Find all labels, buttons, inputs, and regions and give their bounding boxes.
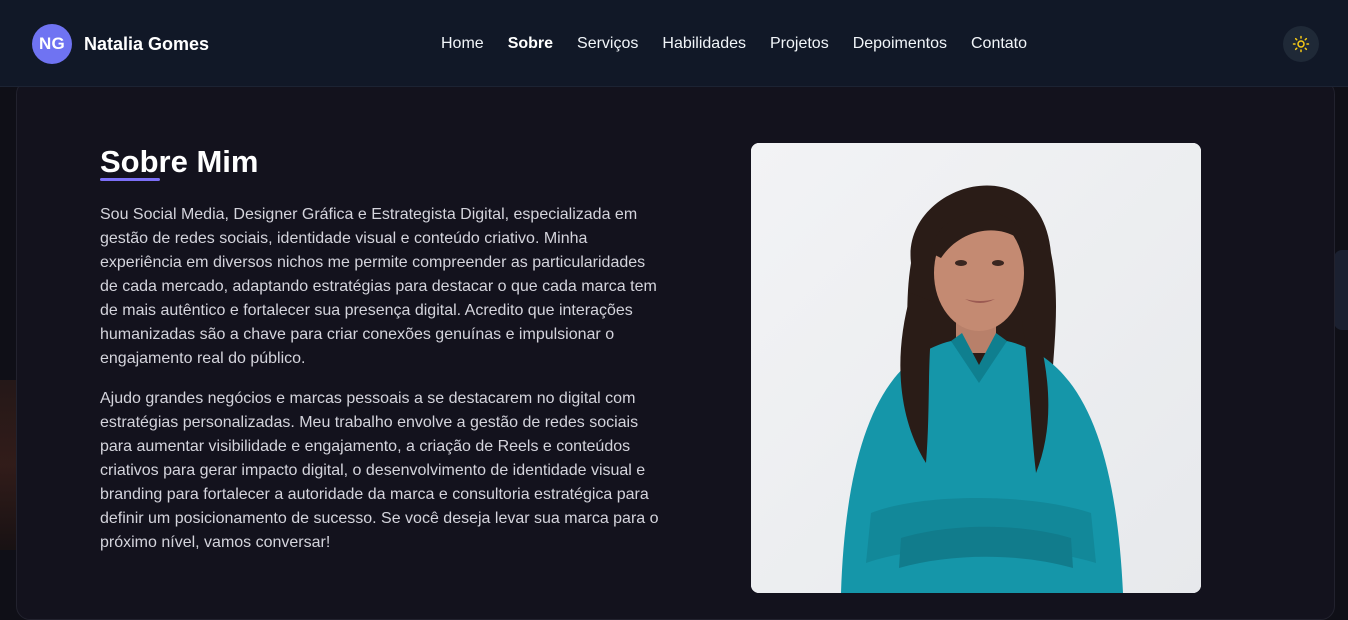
brand-name[interactable]: Natalia Gomes — [84, 34, 209, 55]
avatar[interactable]: NG — [32, 24, 72, 64]
section-title: Sobre Mim — [100, 144, 259, 179]
about-paragraph-1: Sou Social Media, Designer Gráfica e Est… — [100, 206, 657, 367]
nav-link-depoimentos[interactable]: Depoimentos — [853, 33, 947, 55]
nav-link-projetos[interactable]: Projetos — [770, 33, 829, 55]
main-nav: Home Sobre Serviços Habilidades Projetos… — [441, 33, 1051, 55]
brand[interactable]: NG Natalia Gomes — [32, 24, 209, 64]
nav-link-servicos[interactable]: Serviços — [577, 33, 638, 55]
nav-link-home[interactable]: Home — [441, 33, 484, 55]
nav-link-sobre[interactable]: Sobre — [508, 33, 553, 55]
nav-link-habilidades[interactable]: Habilidades — [662, 33, 746, 55]
sun-icon — [1292, 35, 1310, 53]
top-navbar: NG Natalia Gomes Home Sobre Serviços Hab… — [0, 0, 1348, 87]
profile-photo — [751, 143, 1201, 593]
background-decoration-right — [1334, 250, 1348, 330]
profile-photo-illustration — [751, 143, 1201, 593]
theme-toggle-button[interactable] — [1283, 26, 1319, 62]
title-underline — [100, 178, 160, 181]
about-paragraph-2: Ajudo grandes negócios e marcas pessoais… — [100, 390, 659, 551]
nav-link-contato[interactable]: Contato — [971, 33, 1027, 55]
